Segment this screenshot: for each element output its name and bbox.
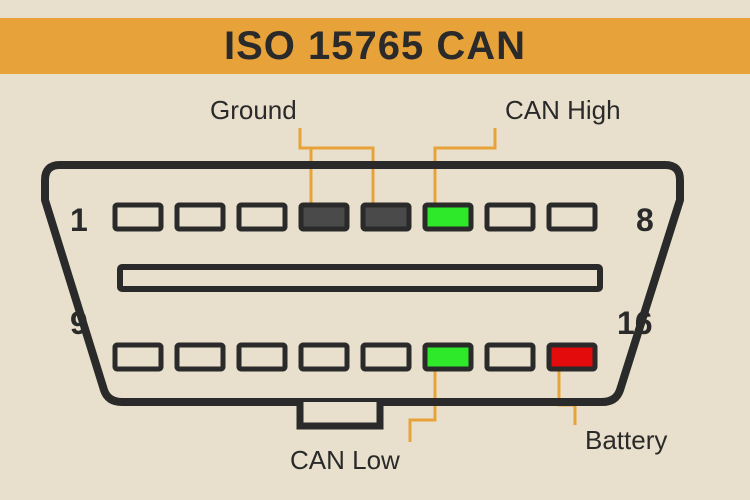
pin-10: [177, 345, 223, 369]
pin-16: [549, 345, 595, 369]
pin-2: [177, 205, 223, 229]
callout-lines: [300, 128, 575, 442]
callout-battery: [559, 370, 575, 425]
pin-row-bottom: [115, 345, 595, 369]
pin-9: [115, 345, 161, 369]
pin-row-top: [115, 205, 595, 229]
pin-5: [363, 205, 409, 229]
pin-3: [239, 205, 285, 229]
pin-8: [549, 205, 595, 229]
pin-12: [301, 345, 347, 369]
pin-6: [425, 205, 471, 229]
pin-14: [425, 345, 471, 369]
connector-center-slot: [120, 267, 600, 289]
pin-13: [363, 345, 409, 369]
connector-diagram: [0, 0, 750, 500]
connector-mount-tab: [300, 402, 380, 426]
pin-4: [301, 205, 347, 229]
pin-15: [487, 345, 533, 369]
pin-7: [487, 205, 533, 229]
pin-1: [115, 205, 161, 229]
pin-11: [239, 345, 285, 369]
